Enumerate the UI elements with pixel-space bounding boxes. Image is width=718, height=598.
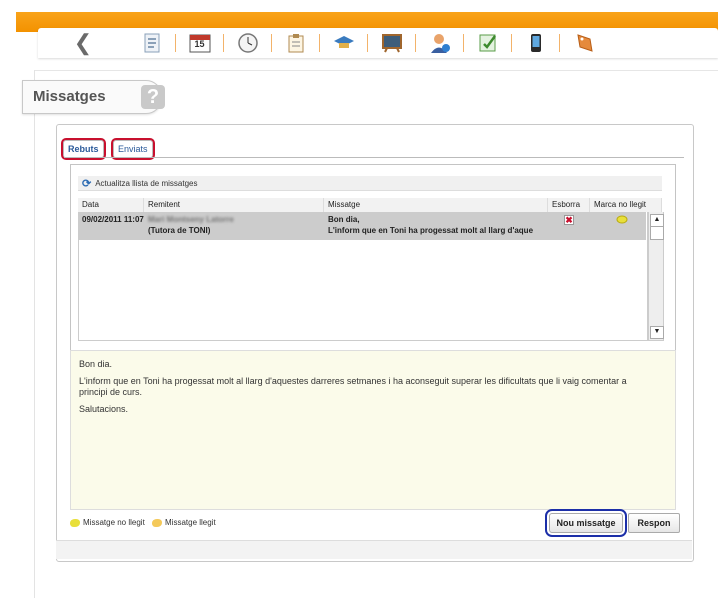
column-header-mark[interactable]: Marca no llegit bbox=[590, 198, 662, 212]
column-header-delete[interactable]: Esborra bbox=[548, 198, 590, 212]
refresh-bar[interactable]: ⟳ Actualitza llista de missatges bbox=[78, 176, 662, 191]
refresh-icon[interactable]: ⟳ bbox=[82, 177, 91, 190]
column-header-message[interactable]: Missatge bbox=[324, 198, 548, 212]
toolbar-phone-button[interactable] bbox=[512, 28, 559, 58]
document-icon bbox=[144, 33, 159, 53]
app-toolbar: ❮ 15 bbox=[38, 28, 718, 58]
legend-read-label: Missatge llegit bbox=[165, 518, 216, 527]
toolbar-user-info-button[interactable] bbox=[416, 28, 463, 58]
top-bar: ❮ 15 bbox=[0, 0, 718, 62]
tab-enviats[interactable]: Enviats bbox=[111, 138, 155, 160]
toolbar-graduation-button[interactable] bbox=[320, 28, 367, 58]
message-list-scrollbar[interactable]: ▲ ▼ bbox=[648, 212, 664, 341]
clipboard-icon bbox=[288, 34, 303, 53]
legend-unread: Missatge no llegit bbox=[70, 518, 145, 527]
toolbar-clock-button[interactable] bbox=[224, 28, 271, 58]
preview-line: L'inform que en Toni ha progessat molt a… bbox=[79, 376, 627, 386]
toolbar-calendar-button[interactable]: 15 bbox=[176, 28, 223, 58]
legend-unread-label: Missatge no llegit bbox=[83, 518, 145, 527]
toolbar-clipboard-button[interactable] bbox=[272, 28, 319, 58]
user-info-icon bbox=[430, 34, 450, 53]
message-grid-header: Data Remitent Missatge Esborra Marca no … bbox=[78, 198, 662, 213]
page-title-pill: Missatges ? bbox=[22, 80, 165, 114]
page-title: Missatges bbox=[33, 88, 106, 105]
row-date: 09/02/2011 11:07 bbox=[82, 215, 144, 224]
toolbar-board-button[interactable] bbox=[368, 28, 415, 58]
graduation-icon bbox=[333, 36, 354, 48]
row-sender-name: Mari Montseny Latorre bbox=[148, 215, 234, 224]
panel-footer bbox=[56, 540, 692, 559]
board-icon bbox=[381, 34, 402, 53]
row-message-line1: Bon dia, bbox=[328, 215, 360, 224]
content-divider bbox=[34, 70, 718, 71]
unread-message-icon bbox=[70, 518, 80, 527]
message-preview: Bon dia. L'inform que en Toni ha progess… bbox=[70, 350, 676, 510]
delete-icon[interactable]: ✖ bbox=[564, 215, 574, 225]
refresh-label[interactable]: Actualitza llista de missatges bbox=[95, 179, 197, 188]
toolbar-certificate-button[interactable] bbox=[464, 28, 511, 58]
preview-line: principi de curs. bbox=[79, 387, 143, 397]
back-button[interactable]: ❮ bbox=[38, 28, 128, 58]
reply-button[interactable]: Respon bbox=[628, 513, 680, 533]
scroll-thumb[interactable] bbox=[650, 226, 664, 240]
certificate-icon bbox=[479, 34, 496, 52]
new-message-button[interactable]: Nou missatge bbox=[545, 509, 627, 537]
read-message-icon bbox=[152, 518, 162, 527]
back-arrow-icon: ❮ bbox=[73, 30, 93, 55]
preview-line: Salutacions. bbox=[79, 404, 129, 414]
toolbar-document-button[interactable] bbox=[128, 28, 175, 58]
calendar-day: 15 bbox=[194, 39, 205, 49]
scroll-down-icon[interactable]: ▼ bbox=[650, 326, 664, 339]
table-row[interactable]: 09/02/2011 11:07 Mari Montseny Latorre (… bbox=[78, 212, 646, 240]
column-header-sender[interactable]: Remitent bbox=[144, 198, 324, 212]
tab-rebuts[interactable]: Rebuts bbox=[61, 138, 106, 160]
legend-read: Missatge llegit bbox=[152, 518, 216, 527]
tag-icon bbox=[576, 34, 593, 52]
content-left-border bbox=[34, 70, 35, 598]
column-header-date[interactable]: Data bbox=[78, 198, 144, 212]
clock-icon bbox=[237, 33, 258, 53]
mark-unread-icon[interactable] bbox=[616, 215, 628, 227]
help-icon[interactable]: ? bbox=[141, 85, 165, 109]
row-message-line2: L'inform que en Toni ha progessat molt a… bbox=[328, 226, 534, 235]
toolbar-tag-button[interactable] bbox=[560, 28, 607, 58]
row-sender-role: (Tutora de TONI) bbox=[148, 226, 211, 235]
tab-baseline bbox=[64, 157, 684, 158]
preview-line: Bon dia. bbox=[79, 359, 113, 369]
phone-icon bbox=[530, 34, 541, 52]
